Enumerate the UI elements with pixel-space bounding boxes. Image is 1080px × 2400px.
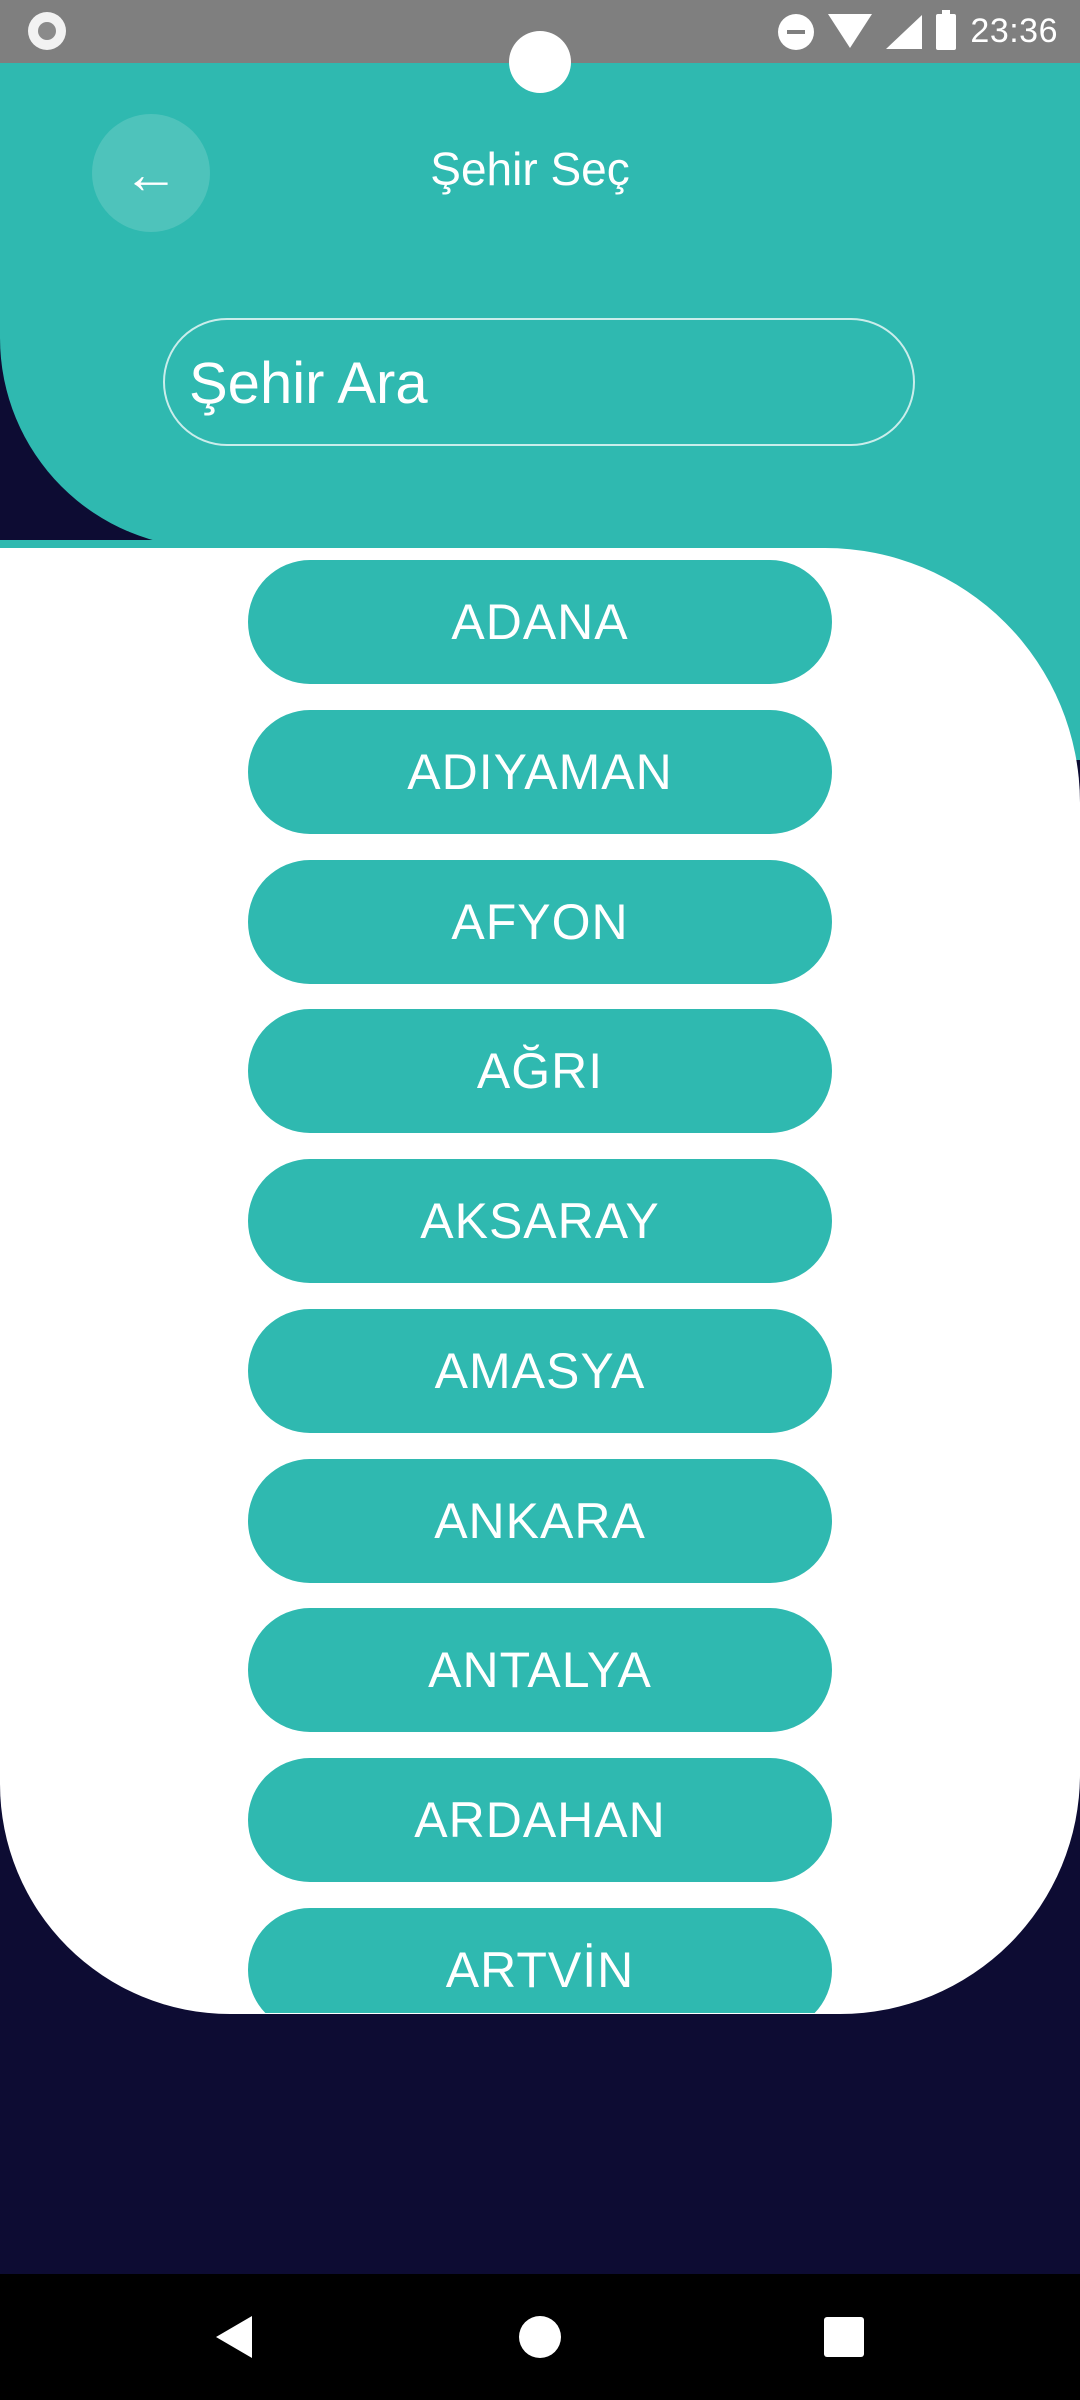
city-button[interactable]: ANTALYA [248,1608,832,1732]
battery-icon [936,9,957,50]
page-title: Şehir Seç [430,143,630,195]
city-list[interactable]: ADANA ADIYAMAN AFYON AĞRI AKSARAY AMASYA… [248,560,832,2013]
city-button[interactable]: ARDAHAN [248,1758,832,1882]
back-button[interactable]: ← [92,114,210,232]
city-button[interactable]: AFYON [248,860,832,984]
city-button[interactable]: ANKARA [248,1459,832,1583]
city-button[interactable]: AMASYA [248,1309,832,1433]
camera-cutout [509,31,571,93]
status-icons: 23:36 [778,0,1058,63]
recents-icon[interactable] [824,2317,864,2357]
arrow-left-icon: ← [123,141,179,205]
city-button[interactable]: AKSARAY [248,1159,832,1283]
do-not-disturb-icon [778,13,815,50]
city-button[interactable]: ARTVİN [248,1908,832,2013]
wifi-icon [828,13,873,50]
app-notification-icon [28,12,66,50]
search-input[interactable] [187,320,891,446]
home-icon[interactable] [519,2316,561,2358]
status-time: 23:36 [970,12,1058,50]
navigation-bar [0,2274,1080,2400]
city-button[interactable]: ADANA [248,560,832,684]
city-button[interactable]: ADIYAMAN [248,710,832,834]
signal-icon [886,14,923,49]
city-button[interactable]: AĞRI [248,1009,832,1133]
back-icon[interactable] [216,2316,252,2358]
search-box[interactable] [163,318,915,446]
